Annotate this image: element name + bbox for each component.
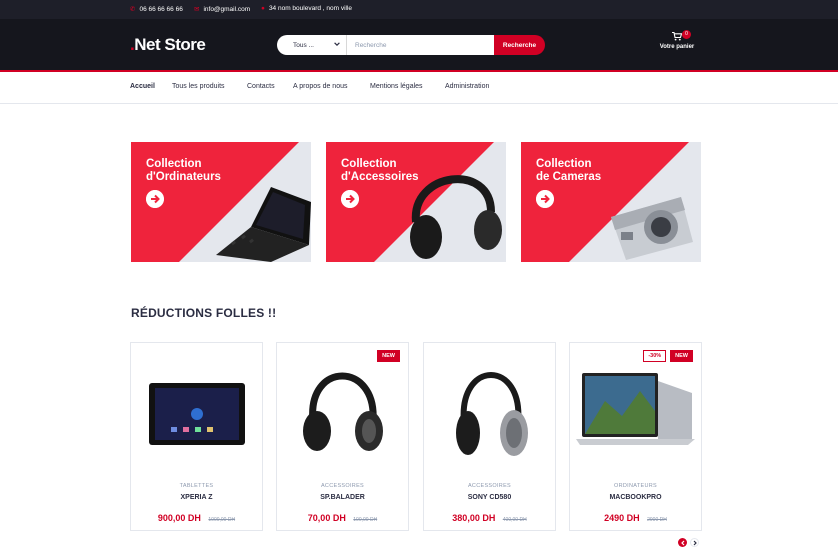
section-title: RÉDUCTIONS FOLLES !! [131, 306, 277, 320]
product-card-xperia-z[interactable]: TABLETTES XPERIA Z 900,00 DH 1000,00 DH [130, 342, 263, 531]
collection-title: Collection d'Ordinateurs [146, 158, 221, 183]
chevron-down-icon [334, 42, 340, 47]
nav-item-mentions-legales[interactable]: Mentions légales [370, 83, 423, 90]
product-name[interactable]: SP.BALADER [277, 494, 408, 501]
tablet-image [149, 383, 245, 445]
headphones-image [303, 372, 383, 451]
search-category-select[interactable]: Tous ... [277, 35, 347, 55]
top-info-bar: ✆ 06 66 66 66 66 ✉ info@gmail.com ● 34 n… [0, 0, 838, 19]
arrow-right-icon[interactable] [341, 190, 359, 208]
phone-text: 06 66 66 66 66 [139, 5, 183, 13]
product-prices: 900,00 DH 1000,00 DH [131, 508, 262, 526]
email-contact[interactable]: ✉ info@gmail.com [194, 5, 251, 14]
product-price: 2490 DH [604, 513, 640, 523]
laptop-image [576, 373, 695, 445]
product-card-sp-balader[interactable]: NEW ACCESSOIRES SP.BALADER 70,00 DH 100,… [276, 342, 409, 531]
collection-title: Collection de Cameras [536, 158, 602, 183]
product-old-price: 400,00 DH [502, 517, 527, 523]
camera-image [611, 197, 693, 260]
email-text: info@gmail.com [203, 5, 251, 13]
collection-banner-accessoires[interactable]: Collection d'Accessoires [326, 142, 506, 262]
product-old-price: 100,00 DH [353, 517, 378, 523]
product-card-macbookpro[interactable]: -30% NEW ORDINATEURS MACBOOKPRO 2490 DH … [569, 342, 702, 531]
product-name[interactable]: XPERIA Z [131, 494, 262, 501]
search-input[interactable]: Recherche [347, 35, 494, 55]
shopping-cart-icon [672, 32, 682, 41]
address-text: 34 nom boulevard , nom ville [268, 5, 353, 12]
main-header: .Net Store Tous ... Recherche Recherche … [0, 19, 838, 72]
nav-item-a-propos[interactable]: A propos de nous [293, 83, 348, 90]
logo-text: Net Store [134, 35, 206, 54]
product-price: 380,00 DH [452, 513, 496, 523]
product-prices: 380,00 DH 400,00 DH [424, 508, 555, 526]
collection-title: Collection d'Accessoires [341, 158, 419, 183]
arrow-right-icon[interactable] [536, 190, 554, 208]
product-category: ORDINATEURS [614, 483, 657, 489]
cart-count-badge: 0 [682, 30, 691, 39]
slider-next-button[interactable] [690, 538, 699, 547]
nav-item-tous-les-produits[interactable]: Tous les produits [172, 83, 225, 90]
product-prices: 70,00 DH 100,00 DH [277, 508, 408, 526]
site-logo[interactable]: .Net Store [130, 35, 206, 55]
main-navigation: Accueil Tous les produits Contacts A pro… [0, 72, 838, 104]
collection-banner-cameras[interactable]: Collection de Cameras [521, 142, 701, 262]
slider-prev-button[interactable] [678, 538, 687, 547]
map-marker-icon: ● [261, 5, 265, 12]
product-name[interactable]: MACBOOKPRO [570, 494, 701, 501]
phone-icon: ✆ [130, 6, 136, 13]
product-price: 70,00 DH [307, 513, 346, 523]
product-old-price: 1000,00 DH [208, 517, 236, 523]
address-contact[interactable]: ● 34 nom boulevard , nom ville [261, 5, 352, 12]
product-category: ACCESSOIRES [320, 483, 365, 489]
search-bar: Tous ... Recherche Recherche [277, 35, 545, 55]
arrow-right-icon[interactable] [146, 190, 164, 208]
phone-contact[interactable]: ✆ 06 66 66 66 66 [130, 5, 183, 14]
product-category: ACCESSOIRES [467, 483, 512, 489]
search-category-value: Tous ... [293, 41, 314, 49]
product-old-price: 2900 DH [647, 517, 667, 523]
product-card-sony-cd580[interactable]: ACCESSOIRES SONY CD580 380,00 DH 400,00 … [423, 342, 556, 531]
cart-button[interactable]: 0 Votre panier [655, 30, 699, 50]
nav-item-contacts[interactable]: Contacts [247, 83, 275, 90]
product-name[interactable]: SONY CD580 [424, 494, 555, 501]
headphones-image [456, 372, 528, 456]
product-slider-nav [678, 538, 699, 547]
chevron-left-icon [680, 540, 684, 545]
search-button[interactable]: Recherche [494, 35, 545, 55]
product-prices: 2490 DH 2900 DH [570, 508, 701, 526]
chevron-right-icon [693, 540, 697, 545]
cart-label: Votre panier [659, 44, 695, 50]
email-icon: ✉ [194, 6, 200, 13]
product-category: TABLETTES [179, 483, 214, 489]
nav-item-administration[interactable]: Administration [445, 83, 489, 90]
collection-banner-ordinateurs[interactable]: Collection d'Ordinateurs [131, 142, 311, 262]
product-price: 900,00 DH [157, 513, 201, 523]
nav-item-accueil[interactable]: Accueil [130, 83, 155, 90]
